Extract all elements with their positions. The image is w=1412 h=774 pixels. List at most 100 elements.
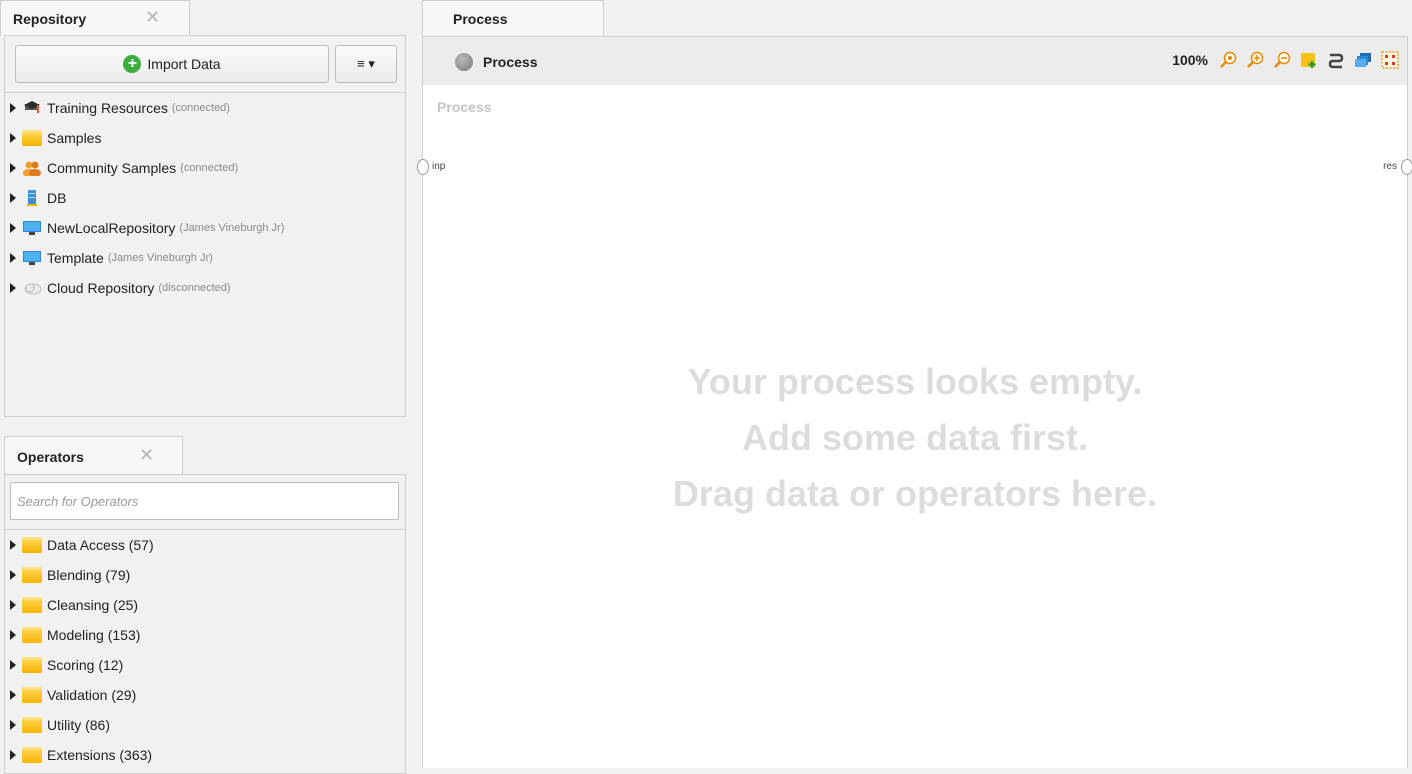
add-note-icon[interactable]: [1300, 51, 1318, 69]
operator-group-label: Cleansing (25): [47, 597, 139, 613]
repo-item-note: (disconnected): [158, 282, 231, 294]
tab-operators-label: Operators: [17, 448, 84, 465]
expand-icon[interactable]: [10, 600, 16, 610]
repo-item-community-samples[interactable]: Community Samples (connected): [1, 153, 405, 183]
folder-icon: [22, 747, 42, 763]
monitor-icon: [22, 250, 42, 266]
close-icon[interactable]: ✕: [145, 7, 160, 28]
search-placeholder: Search for Operators: [17, 493, 139, 509]
close-icon[interactable]: ✕: [139, 445, 154, 466]
operators-panel: Search for Operators Data Access (57) Bl…: [4, 474, 406, 774]
expand-icon[interactable]: [10, 253, 16, 263]
expand-icon[interactable]: [10, 163, 16, 173]
expand-icon[interactable]: [10, 660, 16, 670]
operator-group-label: Utility (86): [47, 717, 111, 733]
repo-item-label: NewLocalRepository: [47, 220, 176, 236]
cloud-icon: [22, 280, 42, 296]
process-canvas[interactable]: Process inp res Your process looks empty…: [417, 85, 1412, 768]
repo-item-newlocalrepository[interactable]: NewLocalRepository (James Vineburgh Jr): [1, 213, 405, 243]
folder-icon: [22, 597, 42, 613]
operator-group-data-access[interactable]: Data Access (57): [1, 530, 405, 560]
expand-icon[interactable]: [10, 133, 16, 143]
repo-item-note: (James Vineburgh Jr): [179, 222, 285, 234]
layers-icon[interactable]: [1354, 51, 1372, 69]
tab-repository[interactable]: Repository ✕: [0, 0, 190, 36]
repo-item-label: DB: [47, 190, 67, 206]
repository-menu-button[interactable]: ≡ ▾: [335, 45, 397, 83]
process-status-icon: [455, 53, 473, 71]
tab-repository-label: Repository: [13, 10, 87, 27]
operator-group-label: Scoring (12): [47, 657, 124, 673]
graduation-cap-icon: [22, 100, 42, 116]
repo-item-samples[interactable]: Samples: [1, 123, 405, 153]
repo-item-note: (James Vineburgh Jr): [107, 252, 213, 264]
operator-group-extensions[interactable]: Extensions (363): [1, 740, 405, 770]
toolbar-actions: 100%: [1172, 51, 1399, 69]
auto-arrange-icon[interactable]: [1381, 51, 1399, 69]
expand-icon[interactable]: [10, 283, 16, 293]
monitor-icon: [22, 220, 42, 236]
process-toolbar: Process 100%: [422, 36, 1408, 86]
repo-item-label: Training Resources: [47, 100, 168, 116]
process-toolbar-title: Process: [483, 54, 538, 70]
output-port-label: res: [1383, 161, 1397, 172]
input-port-label: inp: [432, 161, 446, 172]
expand-icon[interactable]: [10, 570, 16, 580]
expand-icon[interactable]: [10, 193, 16, 203]
zoom-level: 100%: [1172, 52, 1208, 68]
repo-item-note: (connected): [171, 102, 230, 114]
folder-icon: [22, 657, 42, 673]
operator-group-validation[interactable]: Validation (29): [1, 680, 405, 710]
import-data-button[interactable]: + Import Data: [15, 45, 329, 83]
empty-hint-line-2: Add some data first.: [741, 417, 1089, 458]
expand-icon[interactable]: [10, 690, 16, 700]
tab-operators[interactable]: Operators ✕: [4, 436, 183, 476]
repository-panel: + Import Data ≡ ▾ Training Resources (co…: [4, 35, 406, 417]
expand-icon[interactable]: [10, 103, 16, 113]
users-icon: [22, 160, 42, 177]
operator-group-label: Data Access (57): [47, 537, 154, 553]
operator-group-blending[interactable]: Blending (79): [1, 560, 405, 590]
expand-icon[interactable]: [10, 750, 16, 760]
repo-item-db[interactable]: DB: [1, 183, 405, 213]
repo-item-training-resources[interactable]: Training Resources (connected): [1, 93, 405, 123]
operators-tree: Data Access (57) Blending (79) Cleansing…: [1, 530, 405, 770]
auto-wire-icon[interactable]: [1327, 51, 1345, 69]
folder-icon: [22, 567, 42, 583]
zoom-reset-icon[interactable]: [1219, 51, 1237, 69]
output-port[interactable]: [1401, 159, 1412, 175]
expand-icon[interactable]: [10, 540, 16, 550]
input-port[interactable]: [417, 159, 429, 175]
expand-icon[interactable]: [10, 223, 16, 233]
repository-tree: Training Resources (connected) Samples C…: [1, 93, 405, 303]
zoom-in-icon[interactable]: [1246, 51, 1264, 69]
operator-group-label: Modeling (153): [47, 627, 141, 643]
folder-icon: [22, 717, 42, 733]
repo-item-label: Community Samples: [47, 160, 177, 176]
canvas-process-label: Process: [437, 99, 492, 115]
left-column: Repository ✕ + Import Data ≡ ▾ Training …: [0, 0, 410, 774]
empty-hint-line-1: Your process looks empty.: [687, 361, 1143, 402]
operator-group-utility[interactable]: Utility (86): [1, 710, 405, 740]
operator-group-scoring[interactable]: Scoring (12): [1, 650, 405, 680]
operator-group-label: Blending (79): [47, 567, 131, 583]
operator-group-cleansing[interactable]: Cleansing (25): [1, 590, 405, 620]
repo-item-label: Cloud Repository: [47, 280, 155, 296]
tab-process[interactable]: Process: [422, 0, 604, 36]
operator-group-modeling[interactable]: Modeling (153): [1, 620, 405, 650]
repo-item-template[interactable]: Template (James Vineburgh Jr): [1, 243, 405, 273]
folder-icon: [22, 627, 42, 643]
empty-hint-line-3: Drag data or operators here.: [672, 473, 1158, 514]
repo-item-cloud-repository[interactable]: Cloud Repository (disconnected): [1, 273, 405, 303]
folder-icon: [22, 130, 42, 146]
folder-icon: [22, 537, 42, 553]
operator-group-label: Validation (29): [47, 687, 137, 703]
tab-process-label: Process: [453, 10, 508, 27]
expand-icon[interactable]: [10, 630, 16, 640]
import-data-label: Import Data: [147, 56, 221, 72]
expand-icon[interactable]: [10, 720, 16, 730]
folder-icon: [22, 687, 42, 703]
repo-item-label: Samples: [47, 130, 102, 146]
zoom-out-icon[interactable]: [1273, 51, 1291, 69]
operator-search-input[interactable]: Search for Operators: [10, 482, 399, 520]
